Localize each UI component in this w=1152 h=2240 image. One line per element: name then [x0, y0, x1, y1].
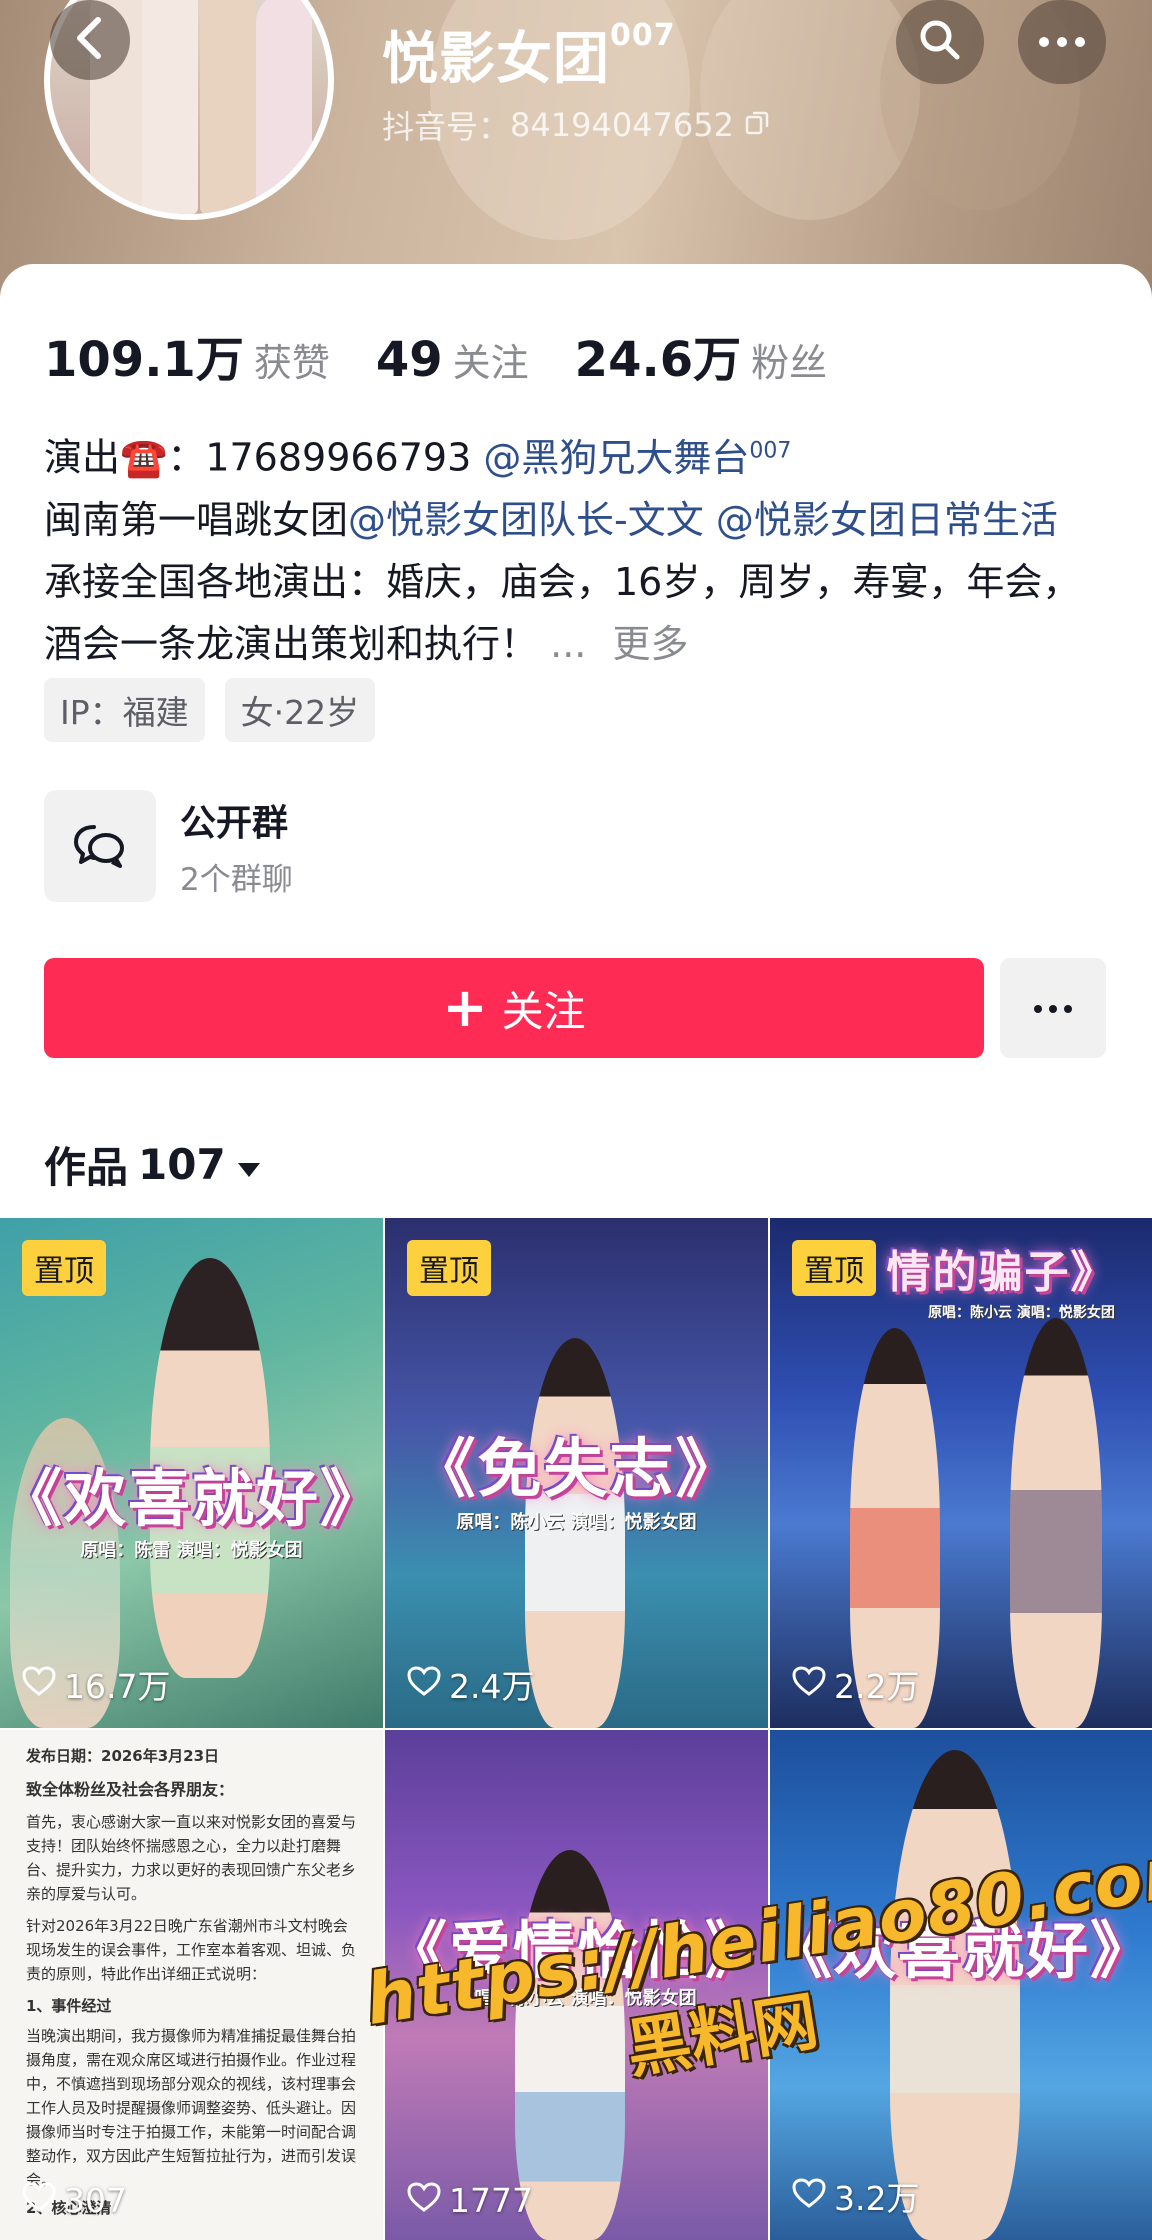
doc-paragraph: 首先，衷心感谢大家一直以来对悦影女团的喜爱与支持！团队始终怀揣感恩之心，全力以赴… — [26, 1813, 357, 1903]
mention-link[interactable]: @黑狗兄大舞台007 — [483, 436, 791, 480]
more-horizontal-icon — [1037, 33, 1087, 52]
heart-icon — [407, 1665, 441, 1704]
video-credit: 原唱：陈小云 演唱：悦影女团 — [928, 1305, 1115, 1321]
doc-paragraph: 当晚演出期间，我方摄像师为精准捕捉最佳舞台拍摄角度，需在观众席区域进行拍摄作业。… — [26, 2027, 357, 2189]
bio-text: 闽南第一唱跳女团 — [44, 497, 349, 542]
pinned-badge: 置顶 — [22, 1240, 106, 1296]
plus-icon: + — [442, 976, 488, 1039]
like-count-value: 2.2万 — [834, 1667, 920, 1706]
stats-row: 109.1万 获赞 49 关注 24.6万 粉丝 — [44, 320, 873, 390]
works-label: 作品 — [44, 1143, 129, 1192]
follow-label: 关注 — [501, 986, 586, 1036]
like-count: 307 — [22, 2181, 127, 2220]
stat-likes-label: 获赞 — [253, 341, 330, 385]
caret-down-icon — [236, 1140, 262, 1189]
bio-line-3: 承接全国各地演出：婚庆，庙会，16岁，周岁，寿宴，年会， — [44, 559, 1081, 604]
follow-button[interactable]: + 关注 — [44, 958, 984, 1058]
more-horizontal-icon — [1033, 999, 1073, 1018]
video-credit: 原唱：陈小云 演唱：悦影女团 — [456, 1988, 697, 2009]
mention-link[interactable]: @悦影女团队长-文文 — [348, 498, 704, 542]
video-credit: 原唱：陈雷 演唱：悦影女团 — [80, 1540, 303, 1561]
douyin-id-label: 抖音号： — [382, 108, 511, 146]
heart-icon — [792, 2177, 826, 2216]
public-group-entry[interactable]: 公开群 2个群聊 — [44, 790, 293, 902]
like-count: 16.7万 — [22, 1660, 170, 1708]
like-count-value: 16.7万 — [64, 1667, 171, 1706]
like-count: 2.2万 — [792, 1660, 919, 1708]
bio-more-link[interactable]: 更多 — [612, 622, 688, 666]
works-tab[interactable]: 作品 107 — [44, 1134, 262, 1195]
chevron-left-icon — [70, 14, 110, 66]
bio-contact: 演出☎️：17689966793 — [44, 435, 472, 480]
stat-followers-value[interactable]: 24.6万 — [575, 320, 741, 390]
video-tile[interactable]: 置顶 《欢喜就好》 原唱：陈雷 演唱：悦影女团 16.7万 — [0, 1218, 383, 1728]
stat-following-label[interactable]: 关注 — [453, 332, 529, 387]
doc-paragraph: 针对2026年3月22日晚广东省潮州市斗文村晚会现场发生的误会事件，工作室本着客… — [26, 1917, 357, 1983]
mention-suffix: 007 — [749, 438, 792, 463]
gender-age-tag: 女·22岁 — [224, 678, 376, 742]
bio: 演出☎️：17689966793 @黑狗兄大舞台007 闽南第一唱跳女团@悦影女… — [44, 420, 1114, 675]
like-count: 2.4万 — [407, 1660, 534, 1708]
profile-name-suffix: 007 — [610, 18, 676, 53]
like-count-value: 307 — [64, 2181, 127, 2220]
doc-section-heading: 1、事件经过 — [26, 1997, 112, 2015]
douyin-id: 抖音号： 84194047652 — [382, 102, 770, 148]
statement-document: 发布日期：2026年3月23日 致全体粉丝及社会各界朋友： 首先，衷心感谢大家一… — [26, 1744, 356, 2220]
video-title: 《欢喜就好》 — [0, 1462, 383, 1535]
back-button[interactable] — [50, 0, 130, 80]
like-count-value: 1777 — [449, 2181, 533, 2220]
video-tile[interactable]: 《欢喜就好》 3.2万 — [770, 1730, 1152, 2240]
like-count-value: 3.2万 — [834, 2179, 920, 2218]
like-count: 1777 — [407, 2181, 533, 2220]
stat-likes-value: 109.1万 — [44, 332, 244, 388]
heart-icon — [792, 1665, 826, 1704]
pinned-badge: 置顶 — [407, 1240, 491, 1296]
video-credit: 原唱：陈小云 演唱：悦影女团 — [456, 1512, 697, 1533]
mention-link[interactable]: @悦影女团日常生活 — [716, 498, 1058, 542]
video-tile[interactable]: 《爱情恰恰》 原唱：陈小云 演唱：悦影女团 1777 — [385, 1730, 768, 2240]
stat-followers-label[interactable]: 粉丝 — [751, 332, 827, 387]
search-icon — [917, 17, 963, 67]
bio-line-2: 闽南第一唱跳女团@悦影女团队长-文文 @悦影女团日常生活 — [44, 489, 1114, 551]
follow-more-button[interactable] — [1000, 958, 1106, 1058]
heart-icon — [22, 1665, 56, 1704]
stat-following-value[interactable]: 49 — [376, 332, 443, 388]
video-tile[interactable]: 置顶 《免失志》 原唱：陈小云 演唱：悦影女团 2.4万 — [385, 1218, 768, 1728]
group-subtitle: 2个群聊 — [180, 861, 293, 898]
video-title: 《爱情恰恰》 — [385, 1914, 768, 1987]
more-options-button[interactable] — [1018, 0, 1106, 84]
doc-salutation: 致全体粉丝及社会各界朋友： — [26, 1780, 235, 1799]
bio-line-1: 演出☎️：17689966793 @黑狗兄大舞台007 — [44, 420, 1114, 489]
video-tile[interactable]: 发布日期：2026年3月23日 致全体粉丝及社会各界朋友： 首先，衷心感谢大家一… — [0, 1730, 383, 2240]
group-chat-icon — [44, 790, 156, 902]
pinned-badge: 置顶 — [792, 1240, 876, 1296]
group-title: 公开群 — [180, 802, 289, 844]
doc-date: 发布日期：2026年3月23日 — [26, 1747, 220, 1765]
bio-line-4: 酒会一条龙演出策划和执行！ ... 更多 — [44, 613, 1114, 675]
profile-name: 悦影女团007 — [382, 14, 676, 95]
video-title: 《欢喜就好》 — [770, 1914, 1152, 1987]
works-count: 107 — [138, 1140, 226, 1189]
profile-name-text: 悦影女团 — [382, 27, 610, 92]
video-tile[interactable]: 置顶 情的骗子》 原唱：陈小云 演唱：悦影女团 2.2万 — [770, 1218, 1152, 1728]
bio-text: 酒会一条龙演出策划和执行！ — [44, 621, 539, 666]
copy-icon[interactable] — [744, 106, 770, 144]
heart-icon — [407, 2181, 441, 2220]
like-count-value: 2.4万 — [449, 1667, 535, 1706]
bio-ellipsis: ... — [550, 621, 587, 666]
douyin-id-value: 84194047652 — [510, 106, 734, 144]
video-title: 《免失志》 — [411, 1433, 742, 1507]
search-button[interactable] — [896, 0, 984, 84]
like-count: 3.2万 — [792, 2172, 919, 2220]
profile-tags: IP：福建 女·22岁 — [44, 678, 376, 742]
mention-text: @黑狗兄大舞台 — [483, 435, 750, 480]
heart-icon — [22, 2181, 56, 2220]
ip-location-tag: IP：福建 — [44, 678, 205, 742]
